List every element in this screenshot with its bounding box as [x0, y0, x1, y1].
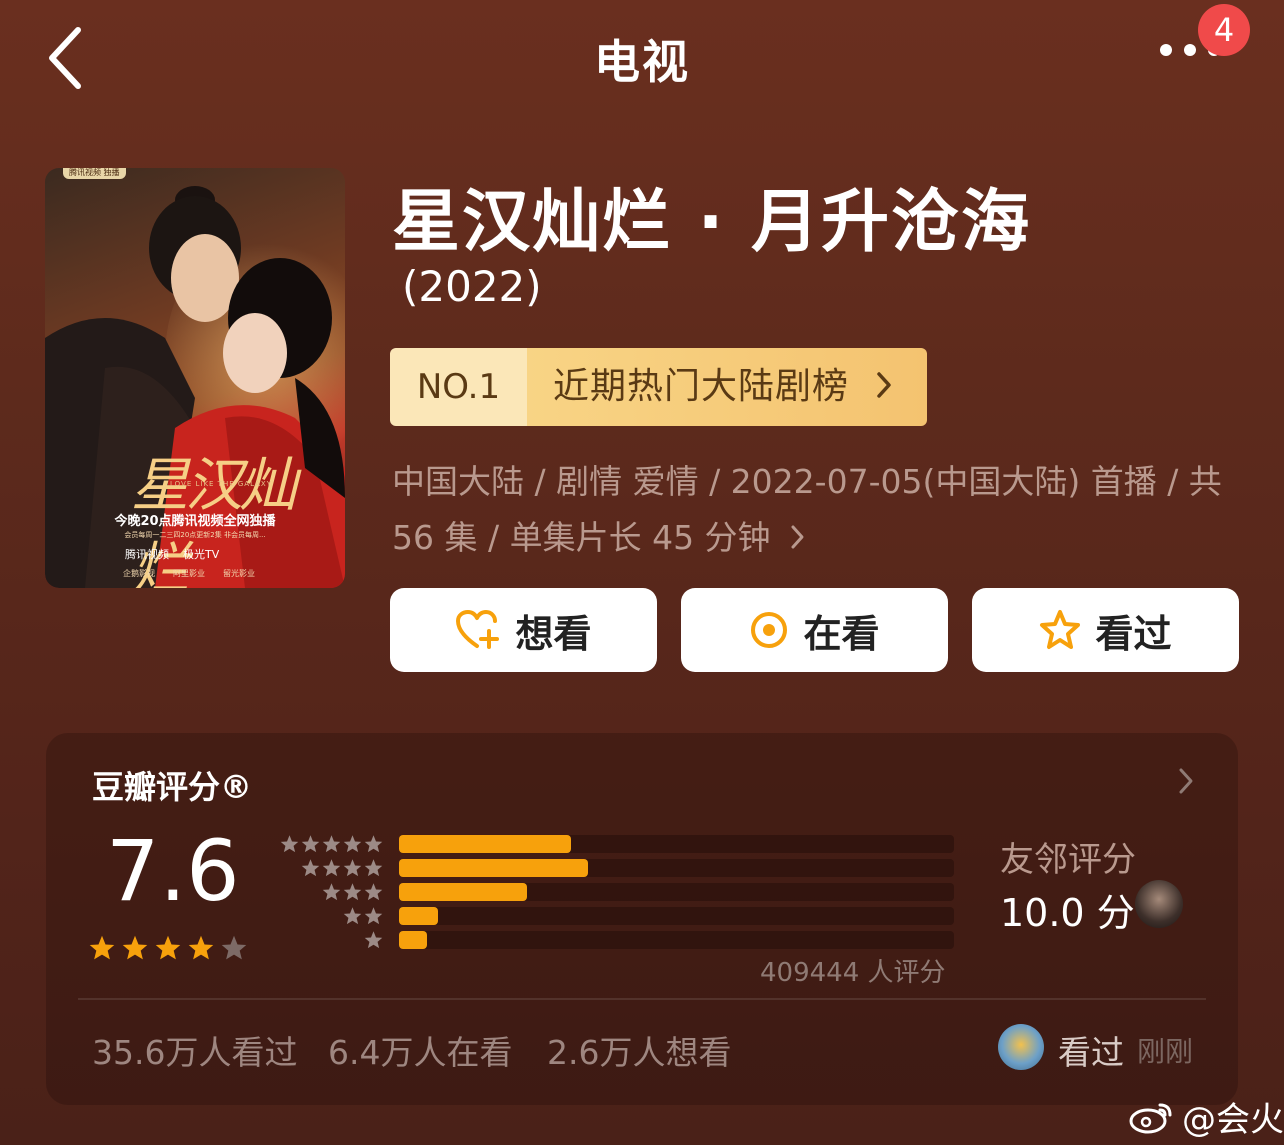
rating-score: 7.6: [106, 822, 240, 920]
friend-rating-value: 10.0 分: [1000, 891, 1135, 935]
rating-bar-track: [399, 835, 954, 853]
meta-line-1: 中国大陆 / 剧情 爱情 / 2022-07-05(中国大陆) 首播 / 共: [392, 462, 1222, 501]
rating-bar: [399, 859, 588, 877]
star-small-icon: [343, 883, 362, 901]
star-small-icon: [364, 907, 383, 925]
activity-time: 刚刚: [1137, 1035, 1194, 1068]
poster-image[interactable]: 腾讯视频 独播 星汉灿烂 LOVE LIKE THE GALAXY 今晚20点腾…: [45, 168, 345, 588]
watched-label: 看过: [1095, 611, 1172, 656]
star-small-icon: [343, 835, 362, 853]
rating-bar: [399, 835, 571, 853]
rating-row-stars: [321, 882, 384, 902]
friend-avatar[interactable]: [1135, 880, 1183, 928]
activity-action: 看过: [1058, 1033, 1124, 1072]
rating-row-stars: [342, 906, 384, 926]
rating-row: [278, 858, 978, 878]
rating-detail-button[interactable]: [1176, 766, 1196, 800]
rating-row: [278, 882, 978, 902]
rating-row-stars: [363, 930, 384, 950]
rating-bar: [399, 931, 427, 949]
star-outline-icon: [1040, 610, 1081, 649]
rating-row: [278, 834, 978, 854]
rating-bar: [399, 907, 438, 925]
meta-line-2-text: 56 集 / 单集片长 45 分钟: [392, 518, 771, 557]
show-meta[interactable]: 中国大陆 / 剧情 爱情 / 2022-07-05(中国大陆) 首播 / 共 5…: [392, 454, 1242, 566]
watching-label: 在看: [803, 611, 880, 656]
card-divider: [78, 998, 1206, 1000]
rating-bar: [399, 883, 527, 901]
rating-stars: [88, 934, 248, 962]
poster-subtitle: LOVE LIKE THE GALAXY: [170, 480, 272, 488]
rating-row-stars: [279, 834, 384, 854]
rating-bar-track: [399, 859, 954, 877]
star-filled-icon: [188, 935, 214, 960]
studio-name: 企鹅影视: [123, 569, 155, 578]
rank-label: 近期热门大陆剧榜: [527, 348, 927, 426]
star-small-icon: [364, 835, 383, 853]
star-small-icon: [301, 835, 320, 853]
page-title: 电视: [594, 35, 690, 89]
rating-row: [278, 906, 978, 926]
jiguang-tv-logo: 极光TV: [183, 548, 220, 561]
rating-section-title: 豆瓣评分®: [92, 768, 253, 806]
rank-tag[interactable]: NO.1 近期热门大陆剧榜: [390, 348, 927, 426]
star-small-icon: [364, 859, 383, 877]
star-filled-icon: [155, 935, 181, 960]
show-year: (2022): [402, 262, 542, 311]
rating-row: [278, 930, 978, 950]
star-small-icon: [322, 835, 341, 853]
rating-bar-track: [399, 883, 954, 901]
stat-watching[interactable]: 6.4万人在看: [328, 1026, 512, 1074]
avatar[interactable]: [998, 1024, 1044, 1070]
chevron-right-icon: [1179, 768, 1193, 794]
rating-bar-track: [399, 931, 954, 949]
star-filled-icon: [89, 935, 115, 960]
watermark: @会火: [1128, 1092, 1284, 1141]
star-filled-icon: [122, 935, 148, 960]
star-small-icon: [280, 835, 299, 853]
meta-line-2: 56 集 / 单集片长 45 分钟: [392, 510, 1242, 566]
star-small-icon: [322, 859, 341, 877]
friend-rating-label: 友邻评分: [1000, 840, 1136, 880]
star-small-icon: [343, 907, 362, 925]
poster-schedule: 会员每周一二三四20点更新2集 非会员每周...: [124, 531, 266, 539]
want-to-watch-button[interactable]: 想看: [390, 588, 657, 672]
poster-promo: 今晚20点腾讯视频全网独播: [114, 514, 276, 529]
watching-button[interactable]: 在看: [681, 588, 948, 672]
chevron-right-icon: [791, 525, 804, 549]
show-title: 星汉灿烂 · 月升沧海: [392, 183, 1032, 262]
star-small-icon: [301, 859, 320, 877]
poster-studios: 企鹅影视 阿里影业 留光影业: [123, 568, 255, 579]
watched-button[interactable]: 看过: [972, 588, 1239, 672]
stat-seen[interactable]: 35.6万人看过: [92, 1026, 297, 1074]
rating-row-stars: [300, 858, 384, 878]
studio-name: 留光影业: [223, 569, 255, 578]
tencent-video-logo: 腾讯视频: [125, 548, 169, 561]
rating-count: 409444 人评分: [760, 958, 946, 988]
star-small-icon: [343, 859, 362, 877]
rank-label-text: 近期热门大陆剧榜: [553, 366, 850, 407]
notification-badge: 4: [1198, 4, 1250, 56]
poster-logos: 腾讯视频 极光TV: [125, 546, 219, 562]
studio-name: 阿里影业: [173, 569, 205, 578]
star-small-icon: [364, 883, 383, 901]
heart-plus-icon: [456, 610, 500, 649]
chevron-right-icon: [877, 372, 892, 398]
star-empty-icon: [221, 935, 247, 960]
star-small-icon: [322, 883, 341, 901]
target-icon: [751, 612, 788, 648]
want-to-watch-label: 想看: [515, 611, 592, 656]
rating-bar-track: [399, 907, 954, 925]
star-small-icon: [364, 931, 383, 949]
watermark-text: @会火: [1182, 1100, 1284, 1140]
stat-want[interactable]: 2.6万人想看: [547, 1026, 731, 1074]
rank-number: NO.1: [390, 348, 527, 426]
weibo-icon: [1129, 1103, 1172, 1133]
